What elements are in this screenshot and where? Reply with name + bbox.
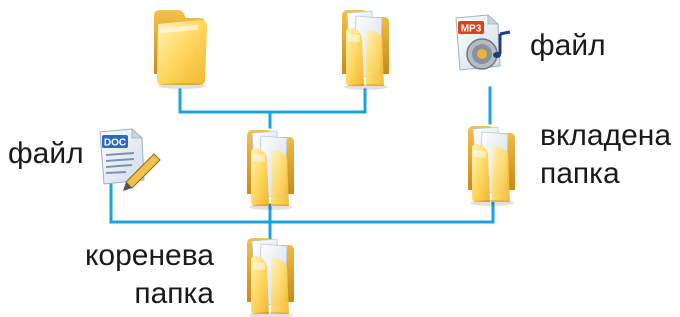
root-folder-label-line2: папка bbox=[134, 277, 214, 310]
nested-folder-label-line2: папка bbox=[540, 157, 620, 190]
nested-folder-label-line1: вкладена bbox=[540, 119, 672, 152]
folder-open-icon[interactable] bbox=[467, 125, 516, 207]
folder-open-icon[interactable] bbox=[341, 9, 390, 91]
tree-connectors bbox=[109, 86, 495, 242]
folder-closed-icon[interactable] bbox=[154, 10, 207, 89]
file-label-left: файл bbox=[8, 137, 84, 170]
doc-badge-label: DOC bbox=[104, 138, 126, 149]
connector-bottom-branch bbox=[109, 180, 495, 224]
file-label-top: файл bbox=[530, 29, 606, 62]
connector-top-branch bbox=[178, 88, 367, 114]
doc-file-icon[interactable]: DOC bbox=[99, 128, 161, 191]
root-folder-label-line1: коренева bbox=[84, 239, 214, 272]
mp3-badge-label: MP3 bbox=[461, 24, 482, 35]
folder-open-icon[interactable] bbox=[246, 129, 295, 211]
root-folder-icon[interactable] bbox=[246, 237, 295, 317]
mp3-file-icon[interactable]: MP3 bbox=[455, 14, 511, 71]
